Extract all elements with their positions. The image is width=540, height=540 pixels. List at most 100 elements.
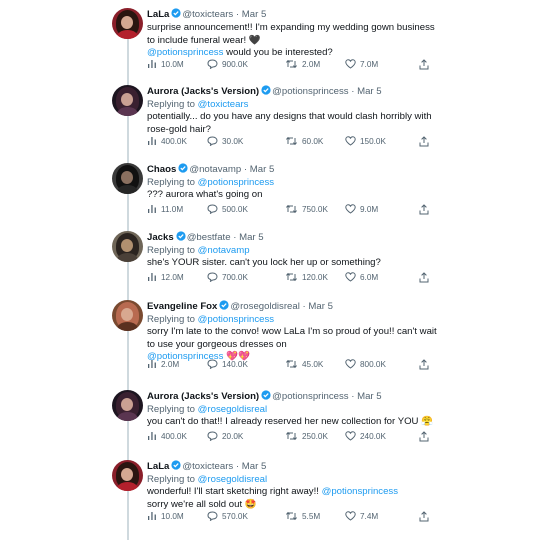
display-name[interactable]: Aurora (Jacks's Version) (147, 86, 259, 97)
views-button[interactable]: 2.0M (147, 359, 179, 369)
views-icon (147, 431, 157, 441)
reply-icon (207, 359, 218, 369)
share-button[interactable] (419, 511, 429, 522)
like-button[interactable]: 7.4M (345, 511, 378, 521)
display-name[interactable]: Aurora (Jacks's Version) (147, 391, 259, 402)
user-handle[interactable]: @toxictears (182, 461, 233, 472)
display-name[interactable]: Jacks (147, 232, 174, 243)
reply-button[interactable]: 500.0K (207, 204, 248, 214)
reply-button[interactable]: 140.0K (207, 359, 248, 369)
share-button[interactable] (419, 136, 429, 147)
share-button[interactable] (419, 431, 429, 442)
tweet-body: LaLa @toxictears · Mar 5 Replying to @rose… (147, 460, 437, 511)
mention-link[interactable]: @toxictears (198, 99, 249, 110)
tweet-body: LaLa @toxictears · Mar 5 surprise announce… (147, 8, 437, 60)
tweet-body: Jacks @bestfate · Mar 5 Replying to @notav… (147, 231, 437, 270)
mention-link[interactable]: @potionsprincess (322, 486, 398, 497)
user-handle[interactable]: @notavamp (189, 164, 241, 175)
avatar[interactable] (112, 163, 143, 194)
likes-count: 7.0M (360, 59, 379, 69)
user-handle[interactable]: @bestfate (187, 232, 231, 243)
tweet-date[interactable]: Mar 5 (308, 301, 333, 312)
reply-button[interactable]: 570.0K (207, 511, 248, 521)
share-button[interactable] (419, 359, 429, 370)
tweet[interactable]: LaLa @toxictears · Mar 5 surprise announce… (112, 8, 435, 73)
retweet-button[interactable]: 45.0K (285, 359, 323, 369)
like-button[interactable]: 9.0M (345, 204, 378, 214)
reply-button[interactable]: 700.0K (207, 272, 248, 282)
display-name[interactable]: Evangeline Fox (147, 301, 217, 312)
tweet-text: you can't do that!! I already reserved h… (147, 416, 437, 429)
views-button[interactable]: 400.0K (147, 431, 187, 441)
avatar[interactable] (112, 300, 143, 331)
tweet[interactable]: Chaos @notavamp · Mar 5 Replying to @potio… (112, 163, 432, 218)
reply-button[interactable]: 30.0K (207, 136, 243, 146)
user-handle[interactable]: @potionsprincess (272, 86, 348, 97)
like-button[interactable]: 150.0K (345, 136, 386, 146)
reply-button[interactable]: 900.0K (207, 59, 248, 69)
reply-button[interactable]: 20.0K (207, 431, 243, 441)
heart-icon (345, 204, 356, 214)
replying-to: Replying to @potionsprincess (147, 177, 437, 189)
retweet-button[interactable]: 60.0K (285, 136, 323, 146)
tweet-text-segment: wonderful! I'll start sketching right aw… (147, 486, 322, 497)
separator-dot: · (235, 461, 240, 472)
avatar[interactable] (112, 231, 143, 262)
avatar[interactable] (112, 8, 143, 39)
like-button[interactable]: 800.0K (345, 359, 386, 369)
mention-link[interactable]: @potionsprincess (147, 47, 223, 58)
tweet[interactable]: Jacks @bestfate · Mar 5 Replying to @notav… (112, 231, 432, 286)
verified-badge-icon (219, 300, 229, 314)
replying-prefix: Replying to (147, 177, 198, 188)
retweet-button[interactable]: 250.0K (285, 431, 328, 441)
share-button[interactable] (419, 204, 429, 215)
like-button[interactable]: 240.0K (345, 431, 386, 441)
views-button[interactable]: 12.0M (147, 272, 184, 282)
tweet[interactable]: Evangeline Fox @rosegoldisreal · Mar 5 Rep… (112, 300, 437, 373)
retweet-icon (285, 272, 298, 282)
tweet-date[interactable]: Mar 5 (357, 391, 382, 402)
avatar[interactable] (112, 85, 143, 116)
share-button[interactable] (419, 272, 429, 283)
retweet-button[interactable]: 750.0K (285, 204, 328, 214)
share-button[interactable] (419, 59, 429, 70)
verified-badge-icon (176, 231, 186, 245)
tweet[interactable]: Aurora (Jacks's Version) @potionsprincess… (112, 390, 433, 445)
user-handle[interactable]: @potionsprincess (272, 391, 348, 402)
tweet-date[interactable]: Mar 5 (357, 86, 382, 97)
like-button[interactable]: 7.0M (345, 59, 378, 69)
views-icon (147, 511, 157, 521)
tweet-date[interactable]: Mar 5 (250, 164, 275, 175)
retweet-button[interactable]: 120.0K (285, 272, 328, 282)
tweet-date[interactable]: Mar 5 (239, 232, 264, 243)
tweet[interactable]: Aurora (Jacks's Version) @potionsprincess… (112, 85, 432, 150)
tweet-actions: 400.0K 30.0K 60.0K 150.0K (147, 136, 432, 148)
tweet-header: LaLa @toxictears · Mar 5 (147, 460, 437, 474)
like-button[interactable]: 6.0M (345, 272, 378, 282)
mention-link[interactable]: @potionsprincess (198, 314, 274, 325)
avatar[interactable] (112, 390, 143, 421)
views-button[interactable]: 10.0M (147, 59, 184, 69)
replies-count: 20.0K (222, 431, 244, 441)
mention-link[interactable]: @potionsprincess (198, 177, 274, 188)
views-button[interactable]: 400.0K (147, 136, 187, 146)
likes-count: 7.4M (360, 511, 379, 521)
mention-link[interactable]: @rosegoldisreal (198, 404, 267, 415)
display-name[interactable]: LaLa (147, 461, 169, 472)
tweet-date[interactable]: Mar 5 (242, 461, 267, 472)
retweet-button[interactable]: 5.5M (285, 511, 320, 521)
user-handle[interactable]: @toxictears (182, 9, 233, 20)
views-button[interactable]: 10.0M (147, 511, 184, 521)
tweet-date[interactable]: Mar 5 (242, 9, 267, 20)
views-button[interactable]: 11.0M (147, 204, 183, 214)
tweet[interactable]: LaLa @toxictears · Mar 5 Replying to @rose… (112, 460, 432, 525)
replying-prefix: Replying to (147, 404, 198, 415)
mention-link[interactable]: @notavamp (198, 245, 250, 256)
display-name[interactable]: LaLa (147, 9, 169, 20)
retweets-count: 60.0K (302, 136, 324, 146)
mention-link[interactable]: @rosegoldisreal (198, 474, 267, 485)
user-handle[interactable]: @rosegoldisreal (230, 301, 299, 312)
retweet-button[interactable]: 2.0M (285, 59, 320, 69)
display-name[interactable]: Chaos (147, 164, 176, 175)
avatar[interactable] (112, 460, 143, 491)
